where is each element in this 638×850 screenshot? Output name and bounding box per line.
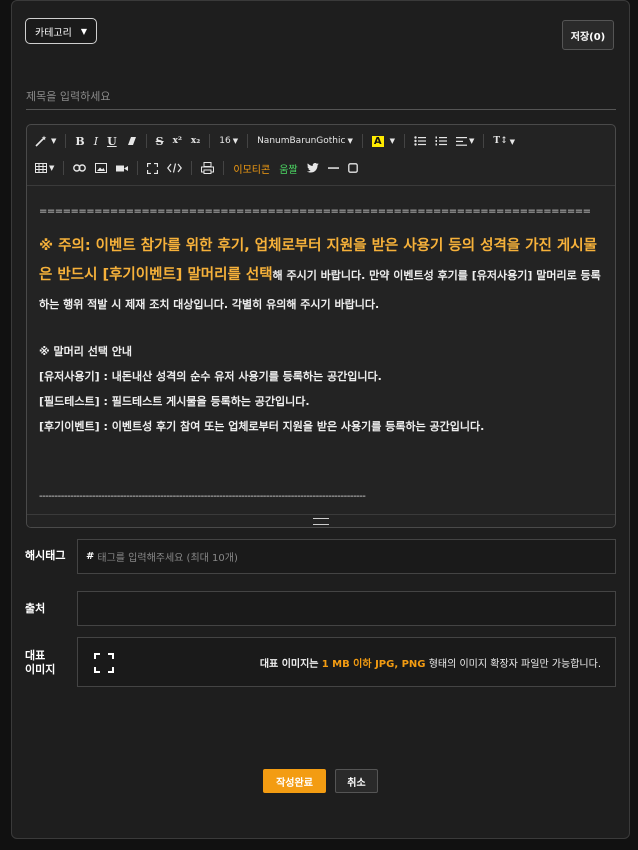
hashtag-input-inner: # 태그를 입력해주세요 (최대 10개) — [86, 540, 238, 573]
italic-button[interactable]: I — [94, 135, 98, 148]
toolbar-divider — [65, 134, 67, 148]
chevron-down-icon: ▼ — [80, 26, 87, 36]
toolbar-row-2: ▼ 이모티콘 움짤 — [35, 159, 367, 177]
fullscreen-icon[interactable] — [147, 162, 159, 174]
font-family-dropdown[interactable]: NanumBarunGothic ▼ — [257, 136, 353, 146]
strikethrough-button[interactable]: S — [156, 135, 164, 148]
notice-prefix: ※ 주의: — [39, 238, 96, 254]
toolbar-divider — [404, 134, 405, 148]
toolbar-divider — [191, 161, 193, 175]
hashtag-placeholder: 태그를 입력해주세요 (최대 10개) — [97, 553, 238, 564]
font-size-value: 16 — [219, 136, 231, 146]
category-dropdown[interactable]: 카테고리 ▼ — [25, 18, 97, 44]
hashtag-input[interactable]: # 태그를 입력해주세요 (최대 10개) — [77, 539, 616, 574]
toolbar-divider — [209, 134, 211, 148]
notice-paragraph: ※ 주의: 이벤트 참가를 위한 후기, 업체로부터 지원을 받은 사용기 등의… — [39, 232, 603, 319]
table-dropdown[interactable]: ▼ — [35, 163, 54, 173]
rule-line: ========================================… — [39, 206, 591, 217]
rep-image-label: 대표 이미지 — [25, 649, 55, 677]
editor-content[interactable]: ========================================… — [27, 186, 615, 439]
align-icon — [456, 136, 467, 146]
guide-item: [필드테스트] : 필드테스트 게시물을 등록하는 공간입니다. — [39, 395, 310, 408]
rep-image-note-tail: 형태의 이미지 확장자 파일만 가능합니다. — [428, 659, 601, 670]
rep-image-note-highlight: 1 MB 이하 JPG, PNG — [321, 659, 426, 670]
image-icon[interactable] — [95, 163, 108, 173]
font-family-value: NanumBarunGothic — [257, 136, 346, 146]
cancel-button[interactable]: 취소 — [335, 769, 378, 793]
text-size-value: T↕ — [493, 136, 508, 146]
gif-button[interactable]: 움짤 — [279, 161, 297, 176]
rep-image-upload[interactable]: 대표 이미지는 1 MB 이하 JPG, PNG 형태의 이미지 확장자 파일만… — [77, 637, 616, 687]
hash-icon: # — [86, 551, 95, 562]
superscript-button[interactable]: x² — [173, 136, 182, 146]
guide-title: ※ 말머리 선택 안내 — [39, 345, 133, 358]
table-icon — [35, 163, 47, 173]
highlight-color-button[interactable]: A ▼ — [371, 135, 395, 147]
category-label: 카테고리 — [35, 27, 72, 39]
rep-image-note-lead: 대표 이미지는 — [259, 659, 319, 670]
code-view-icon[interactable] — [167, 163, 183, 173]
toolbar-divider — [137, 161, 139, 175]
underline-button[interactable]: U — [107, 135, 117, 148]
image-frame-icon[interactable] — [94, 653, 114, 673]
link-icon[interactable] — [73, 164, 87, 172]
bold-button[interactable]: B — [75, 135, 84, 148]
source-label: 출처 — [25, 602, 46, 615]
save-draft-button[interactable]: 저장(0) — [562, 20, 614, 50]
editor-resize-handle[interactable] — [27, 514, 615, 527]
print-icon[interactable] — [201, 162, 215, 174]
rep-image-label-line1: 대표 — [25, 649, 46, 662]
bullet-list-icon[interactable] — [414, 136, 426, 146]
toolbar-divider — [361, 134, 363, 148]
subscript-button[interactable]: x₂ — [191, 136, 200, 146]
highlight-letter: A — [371, 135, 384, 147]
toolbar-divider — [247, 134, 249, 148]
box-icon[interactable] — [347, 163, 358, 173]
eraser-icon[interactable] — [126, 136, 137, 146]
source-input[interactable] — [77, 591, 616, 626]
video-icon[interactable] — [116, 164, 129, 173]
toolbar-divider — [145, 134, 147, 148]
grip-icon — [313, 517, 329, 525]
numbered-list-icon[interactable] — [435, 136, 447, 146]
align-dropdown[interactable]: ▼ — [456, 136, 474, 146]
editor-toolbar: ▼ B I U S x² x₂ 16 ▼ NanumBarunGothic ▼ A ▼ — [27, 125, 615, 186]
hashtag-label: 해시태그 — [25, 549, 66, 562]
emoticon-button[interactable]: 이모티콘 — [233, 161, 270, 176]
title-input[interactable] — [26, 84, 616, 110]
font-size-dropdown[interactable]: 16 ▼ — [219, 136, 238, 146]
toolbar-divider — [63, 161, 65, 175]
rep-image-label-line2: 이미지 — [25, 663, 56, 676]
toolbar-divider — [483, 134, 485, 148]
dash-line: ----------------------------------------… — [39, 491, 366, 502]
text-size-dropdown[interactable]: T↕ ▼ — [493, 136, 515, 146]
guide-item: [후기이벤트] : 이벤트성 후기 참여 또는 업체로부터 지원을 받은 사용기… — [39, 420, 485, 433]
magic-wand-icon[interactable]: ▼ — [35, 135, 56, 147]
twitter-icon[interactable] — [306, 163, 319, 173]
guide-item: [유저사용기] : 내돈내산 성격의 순수 유저 사용기를 등록하는 공간입니다… — [39, 370, 382, 383]
rich-text-editor: ▼ B I U S x² x₂ 16 ▼ NanumBarunGothic ▼ A ▼ — [26, 124, 616, 528]
rep-image-note: 대표 이미지는 1 MB 이하 JPG, PNG 형태의 이미지 확장자 파일만… — [260, 655, 601, 670]
save-label: 저장(0) — [570, 31, 606, 43]
toolbar-row-1: ▼ B I U S x² x₂ 16 ▼ NanumBarunGothic ▼ A ▼ — [35, 132, 524, 150]
horizontal-rule-icon[interactable] — [327, 166, 339, 170]
toolbar-divider — [223, 161, 225, 175]
submit-button[interactable]: 작성완료 — [263, 769, 326, 793]
